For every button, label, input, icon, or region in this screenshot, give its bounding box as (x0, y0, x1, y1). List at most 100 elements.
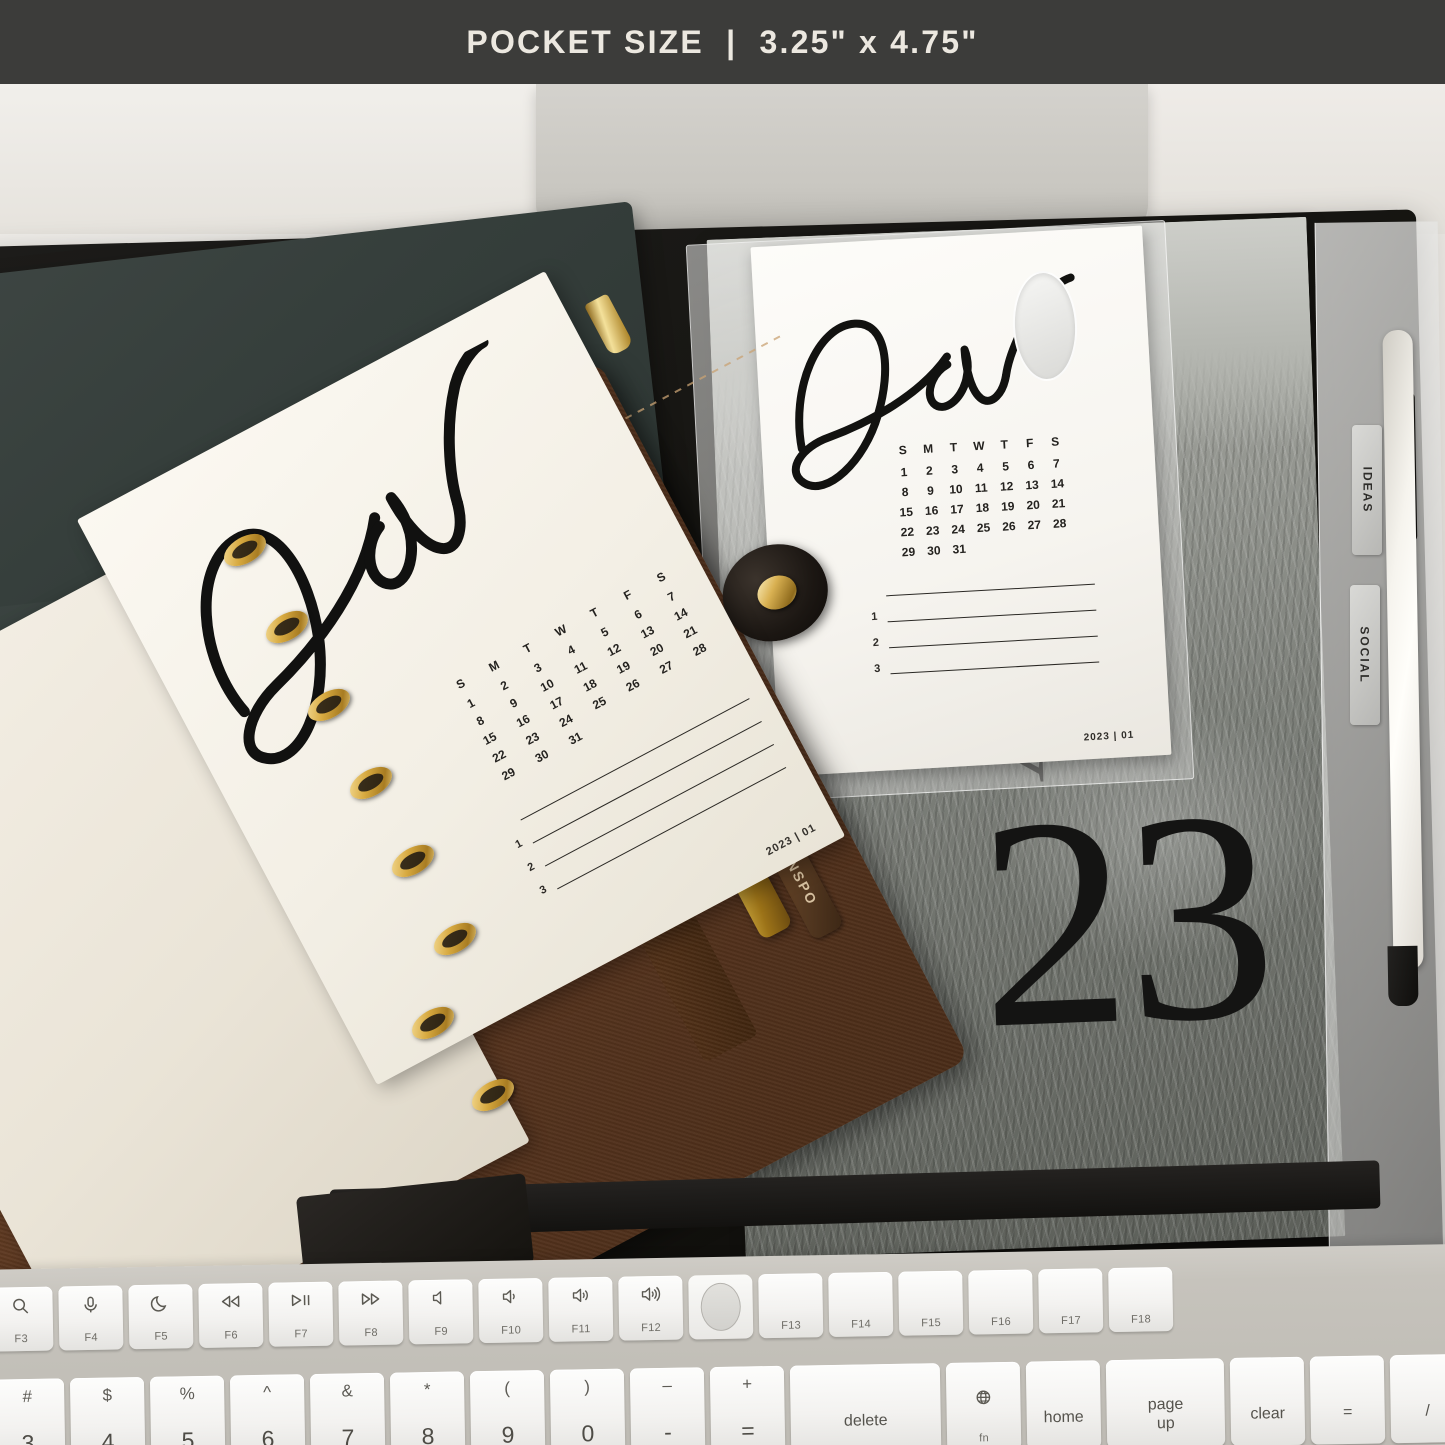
keyboard-key-shift-symbol: ) (584, 1377, 591, 1397)
calendar-day: 4 (976, 460, 984, 476)
calendar-day: 23 (925, 523, 940, 538)
keyboard-key-=[interactable]: + = (709, 1365, 786, 1445)
calendar-day: 14 (1050, 476, 1065, 491)
keyboard-key-f10[interactable]: F10 (478, 1278, 544, 1344)
keyboard-key-3[interactable]: #3 (0, 1378, 66, 1445)
touch-id-button[interactable] (688, 1274, 754, 1340)
keyboard-key-f11[interactable]: F11 (548, 1276, 614, 1342)
keyboard-key-f6[interactable]: F6 (198, 1282, 264, 1349)
note-lines-secondary: . 1 2 3 (869, 559, 1100, 675)
keyboard-key-label: F4 (84, 1331, 99, 1345)
note-line-rule (889, 635, 1098, 649)
keyboard-key-f16[interactable]: F16 (968, 1269, 1034, 1335)
keyboard-key-/[interactable]: / (1389, 1353, 1445, 1444)
keyboard-key-primary-symbol: - (663, 1418, 672, 1445)
keyboard-key-5[interactable]: % 5 (149, 1375, 226, 1445)
note-line-number: . (501, 813, 515, 828)
keyboard-key-f17[interactable]: F17 (1038, 1268, 1104, 1334)
calendar-day: 2 (925, 463, 934, 478)
right-divider-tab-social[interactable]: SOCIAL (1350, 585, 1380, 725)
keyboard-key-f13[interactable]: F13 (758, 1273, 824, 1339)
product-photo-stage: POCKET SIZE | 3.25" x 4.75" TWENTY 23 SM… (0, 0, 1445, 1445)
keyboard-key--[interactable]: – - (629, 1367, 706, 1445)
keyboard-number-row: #3 $4% 5 ^ 6 & 7 * 8(9) 0– - + = delete fn home page up cl… (0, 1353, 1445, 1445)
keyboard-key-f7[interactable]: F7 (268, 1281, 334, 1347)
calendar-day: 31 (952, 541, 967, 557)
calendar-weekday-header: S (1050, 434, 1060, 449)
right-divider-tab-ideas-label: IDEAS (1360, 466, 1374, 514)
keyboard-key-label: F8 (364, 1326, 378, 1340)
keyboard-key-f9[interactable]: F9 (408, 1279, 474, 1345)
keyboard-key-label: F6 (224, 1329, 239, 1342)
keyboard-function-row: F3 F4 F5 F6 F7 F8 F9 F10 F11 F12 F13 F14 F15 F16 F17 F1… (0, 1267, 1174, 1352)
apple-magic-keyboard[interactable]: F3 F4 F5 F6 F7 F8 F9 F10 F11 F12 F13 F14 F15 F16 F17 F1… (0, 1243, 1445, 1445)
keyboard-key-label: F17 (1061, 1314, 1082, 1327)
keyboard-key-label: clear (1250, 1405, 1286, 1423)
fast-forward-icon (359, 1290, 381, 1313)
keyboard-key-f3[interactable]: F3 (0, 1286, 54, 1352)
touch-id-ring (700, 1282, 742, 1332)
keyboard-key-clear[interactable]: clear (1229, 1356, 1306, 1445)
moon-icon (150, 1294, 170, 1319)
secondary-jan-insert: S M T W T F S 1 2 3 4 5 6 7 8 9 10 11 12 13 14 15 16 17 18 19 20 21… (750, 225, 1172, 777)
keyboard-key-label: F9 (434, 1325, 448, 1338)
right-divider-tab-ideas[interactable]: IDEAS (1352, 425, 1382, 555)
calendar-day: 8 (901, 484, 909, 500)
volume-down-icon (500, 1287, 520, 1310)
keyboard-key-shift-symbol: ( (504, 1378, 511, 1398)
date-stamp-main: 2023 | 01 (764, 821, 819, 859)
calendar-day: 6 (1027, 457, 1035, 473)
keyboard-key-shift-symbol: # (22, 1386, 33, 1407)
calendar-day: 7 (1052, 456, 1061, 471)
calendar-day: 24 (951, 521, 966, 537)
keyboard-key-delete[interactable]: delete (789, 1363, 942, 1445)
keyboard-key-7[interactable]: & 7 (309, 1372, 386, 1445)
note-line-number: 2 (525, 860, 537, 874)
keyboard-key-primary-symbol: 4 (101, 1428, 115, 1445)
keyboard-key-4[interactable]: $4 (69, 1376, 146, 1445)
rewind-icon (219, 1292, 241, 1315)
calendar-weekday-header: M (922, 441, 934, 457)
keyboard-key-f12[interactable]: F12 (618, 1275, 684, 1341)
calendar-day: 9 (926, 483, 935, 498)
keyboard-key-label: F7 (294, 1328, 308, 1341)
calendar-day: 17 (949, 501, 965, 517)
keyboard-key-home[interactable]: home (1025, 1360, 1102, 1445)
calendar-day: 21 (1051, 496, 1066, 511)
keyboard-key-primary-symbol: 3 (21, 1429, 35, 1445)
calendar-day: 19 (1000, 499, 1015, 514)
calendar-day: 3 (951, 462, 959, 477)
calendar-day: 15 (899, 504, 914, 520)
volume-up-icon (639, 1285, 661, 1308)
calendar-day: 16 (924, 503, 939, 519)
keyboard-key-fn[interactable]: fn (945, 1361, 1022, 1445)
keyboard-key-primary-symbol: 9 (501, 1421, 515, 1445)
keyboard-key-f8[interactable]: F8 (338, 1280, 404, 1346)
keyboard-key-8[interactable]: * 8 (389, 1371, 466, 1445)
keyboard-key-9[interactable]: (9 (469, 1370, 546, 1445)
keyboard-key-primary-symbol: 0 (581, 1420, 595, 1445)
calendar-day: 20 (1026, 497, 1041, 513)
keyboard-key-f14[interactable]: F14 (828, 1271, 894, 1338)
size-banner: POCKET SIZE | 3.25" x 4.75" (0, 0, 1445, 84)
calendar-weekday-header: T (949, 440, 958, 455)
keyboard-key-label: delete (843, 1412, 888, 1430)
calendar-day: 25 (976, 520, 991, 536)
note-line-rule (890, 661, 1100, 675)
keyboard-key-page-up[interactable]: page up (1105, 1358, 1226, 1445)
keyboard-key-f15[interactable]: F15 (898, 1270, 964, 1336)
keyboard-key-label: F5 (154, 1330, 169, 1343)
keyboard-key-0[interactable]: ) 0 (549, 1368, 626, 1445)
keyboard-key-f5[interactable]: F5 (128, 1284, 194, 1350)
keyboard-key-=[interactable]: = (1309, 1355, 1386, 1445)
calendar-day: 10 (948, 481, 963, 497)
calendar-weekday-header: S (898, 442, 908, 458)
keyboard-key-f18[interactable]: F18 (1108, 1267, 1174, 1333)
keyboard-key-6[interactable]: ^ 6 (229, 1374, 306, 1445)
keyboard-key-f4[interactable]: F4 (58, 1285, 124, 1351)
right-clear-sleeve (1314, 221, 1445, 1283)
calendar-weekday-header: W (972, 438, 985, 454)
play-pause-icon (289, 1291, 311, 1314)
keyboard-key-shift-symbol: ^ (263, 1382, 272, 1402)
calendar-weekday-header: F (1025, 435, 1034, 451)
